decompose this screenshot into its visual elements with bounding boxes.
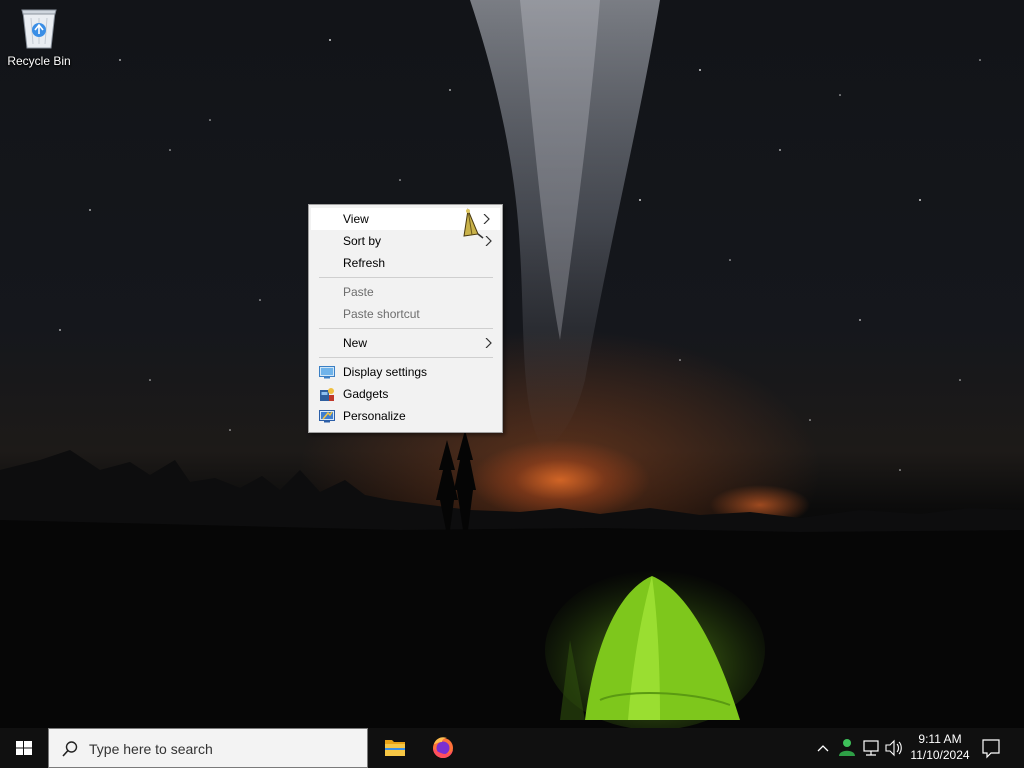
- speaker-volume-icon: [885, 739, 902, 757]
- menu-item-label: Refresh: [343, 256, 386, 270]
- wallpaper-scene: [0, 0, 1024, 728]
- taskbar-search-box[interactable]: Type here to search: [48, 728, 368, 768]
- menu-item-refresh[interactable]: Refresh: [309, 252, 502, 274]
- menu-item-display-settings[interactable]: Display settings: [309, 361, 502, 383]
- search-icon: [62, 741, 78, 757]
- notification-icon: [982, 739, 1000, 759]
- taskbar-app-firefox[interactable]: [420, 728, 466, 768]
- chevron-right-icon: [485, 236, 492, 246]
- menu-item-personalize[interactable]: Personalize: [309, 405, 502, 427]
- menu-separator: [319, 277, 493, 278]
- desktop-icon-label: Recycle Bin: [7, 54, 71, 68]
- desktop-icon-recycle-bin[interactable]: Recycle Bin: [4, 6, 74, 76]
- menu-item-label: Gadgets: [343, 387, 389, 401]
- clock-date: 11/10/2024: [910, 748, 970, 762]
- menu-item-label: Sort by: [343, 234, 382, 248]
- menu-item-paste-shortcut[interactable]: Paste shortcut: [309, 303, 502, 325]
- menu-item-label: Paste shortcut: [343, 307, 420, 321]
- taskbar-app-file-explorer[interactable]: [372, 728, 418, 768]
- chevron-up-icon: [817, 745, 829, 752]
- menu-item-gadgets[interactable]: Gadgets: [309, 383, 502, 405]
- menu-item-label: Display settings: [343, 365, 428, 379]
- display-settings-icon: [319, 366, 335, 379]
- taskbar-clock[interactable]: 9:11 AM 11/10/2024: [904, 731, 976, 763]
- search-placeholder: Type here to search: [89, 741, 213, 757]
- network-icon: [863, 740, 879, 756]
- tray-volume-button[interactable]: [883, 728, 905, 768]
- menu-separator: [319, 328, 493, 329]
- chevron-right-icon: [485, 338, 492, 348]
- recycle-bin-icon: [19, 6, 59, 50]
- taskbar: Type here to search 9:11 AM 11/10/2024: [0, 728, 1024, 768]
- busy-cursor-icon: [463, 208, 484, 239]
- personalize-icon: [319, 410, 335, 423]
- tray-network-button[interactable]: [860, 728, 882, 768]
- start-button[interactable]: [0, 728, 48, 768]
- clock-time: 9:11 AM: [918, 732, 962, 746]
- desktop-wallpaper[interactable]: [0, 0, 1024, 728]
- user-account-icon: [839, 739, 855, 756]
- menu-item-label: New: [343, 336, 368, 350]
- gadgets-icon: [320, 388, 334, 401]
- menu-item-label: Personalize: [343, 409, 406, 423]
- tray-user-icon-button[interactable]: [836, 728, 858, 768]
- windows-logo-icon: [16, 741, 32, 755]
- menu-item-new[interactable]: New: [309, 332, 502, 354]
- firefox-icon: [433, 737, 453, 758]
- file-explorer-icon: [385, 740, 405, 756]
- menu-separator: [319, 357, 493, 358]
- menu-item-label: Paste: [343, 285, 374, 299]
- menu-item-paste[interactable]: Paste: [309, 281, 502, 303]
- show-hidden-icons-button[interactable]: [812, 728, 834, 768]
- menu-item-label: View: [343, 212, 369, 226]
- action-center-button[interactable]: [978, 728, 1004, 768]
